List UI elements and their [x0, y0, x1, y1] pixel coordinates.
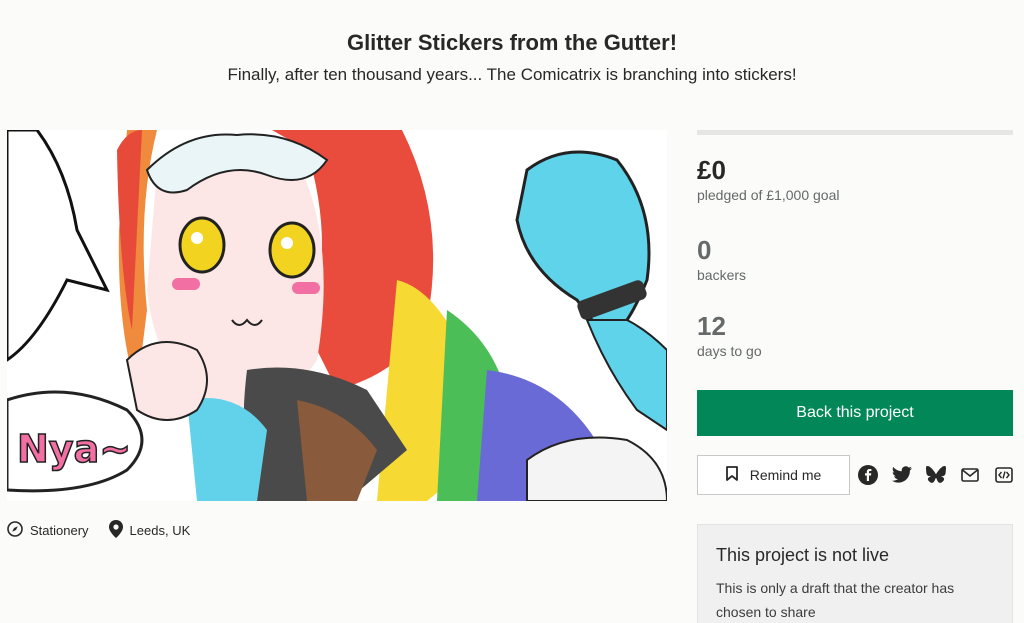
back-project-button[interactable]: Back this project — [697, 390, 1013, 436]
location-pin-icon — [108, 520, 123, 541]
not-live-notice: This project is not live This is only a … — [697, 524, 1013, 623]
project-meta: Stationery Leeds, UK — [7, 520, 190, 541]
backers-label: backers — [697, 267, 747, 283]
category-link[interactable]: Stationery — [7, 521, 89, 540]
pledged-stat: £0 pledged of £1,000 goal — [697, 155, 839, 203]
project-subtitle: Finally, after ten thousand years... The… — [227, 65, 797, 84]
location-link[interactable]: Leeds, UK — [108, 520, 191, 541]
category-label: Stationery — [30, 523, 89, 538]
days-stat: 12 days to go — [697, 311, 762, 359]
email-icon[interactable] — [959, 462, 980, 488]
backers-stat: 0 backers — [697, 235, 746, 283]
remind-me-button[interactable]: Remind me — [697, 455, 850, 495]
embed-icon[interactable] — [993, 462, 1014, 488]
days-count: 12 — [697, 311, 726, 341]
hero-illustration: Nya~ — [7, 130, 667, 501]
location-label: Leeds, UK — [129, 523, 191, 538]
bookmark-icon — [725, 466, 738, 484]
facebook-icon[interactable] — [857, 462, 878, 488]
compass-icon — [7, 521, 23, 540]
bluesky-icon[interactable] — [925, 462, 946, 488]
days-label: days to go — [697, 343, 762, 359]
project-title: Glitter Stickers from the Gutter! — [346, 30, 678, 55]
backers-count: 0 — [697, 235, 712, 265]
notice-text: This is only a draft that the creator ha… — [716, 580, 955, 620]
pledged-label: pledged of £1,000 goal — [697, 187, 840, 203]
pledged-amount: £0 — [697, 155, 726, 185]
share-icons — [857, 462, 1014, 488]
notice-title: This project is not live — [716, 545, 890, 565]
funding-progress-bar — [697, 130, 1013, 135]
nya-art-text: Nya~ — [17, 427, 131, 471]
project-hero-image[interactable]: Nya~ — [7, 130, 667, 501]
twitter-icon[interactable] — [891, 462, 912, 488]
remind-me-label: Remind me — [749, 467, 822, 483]
